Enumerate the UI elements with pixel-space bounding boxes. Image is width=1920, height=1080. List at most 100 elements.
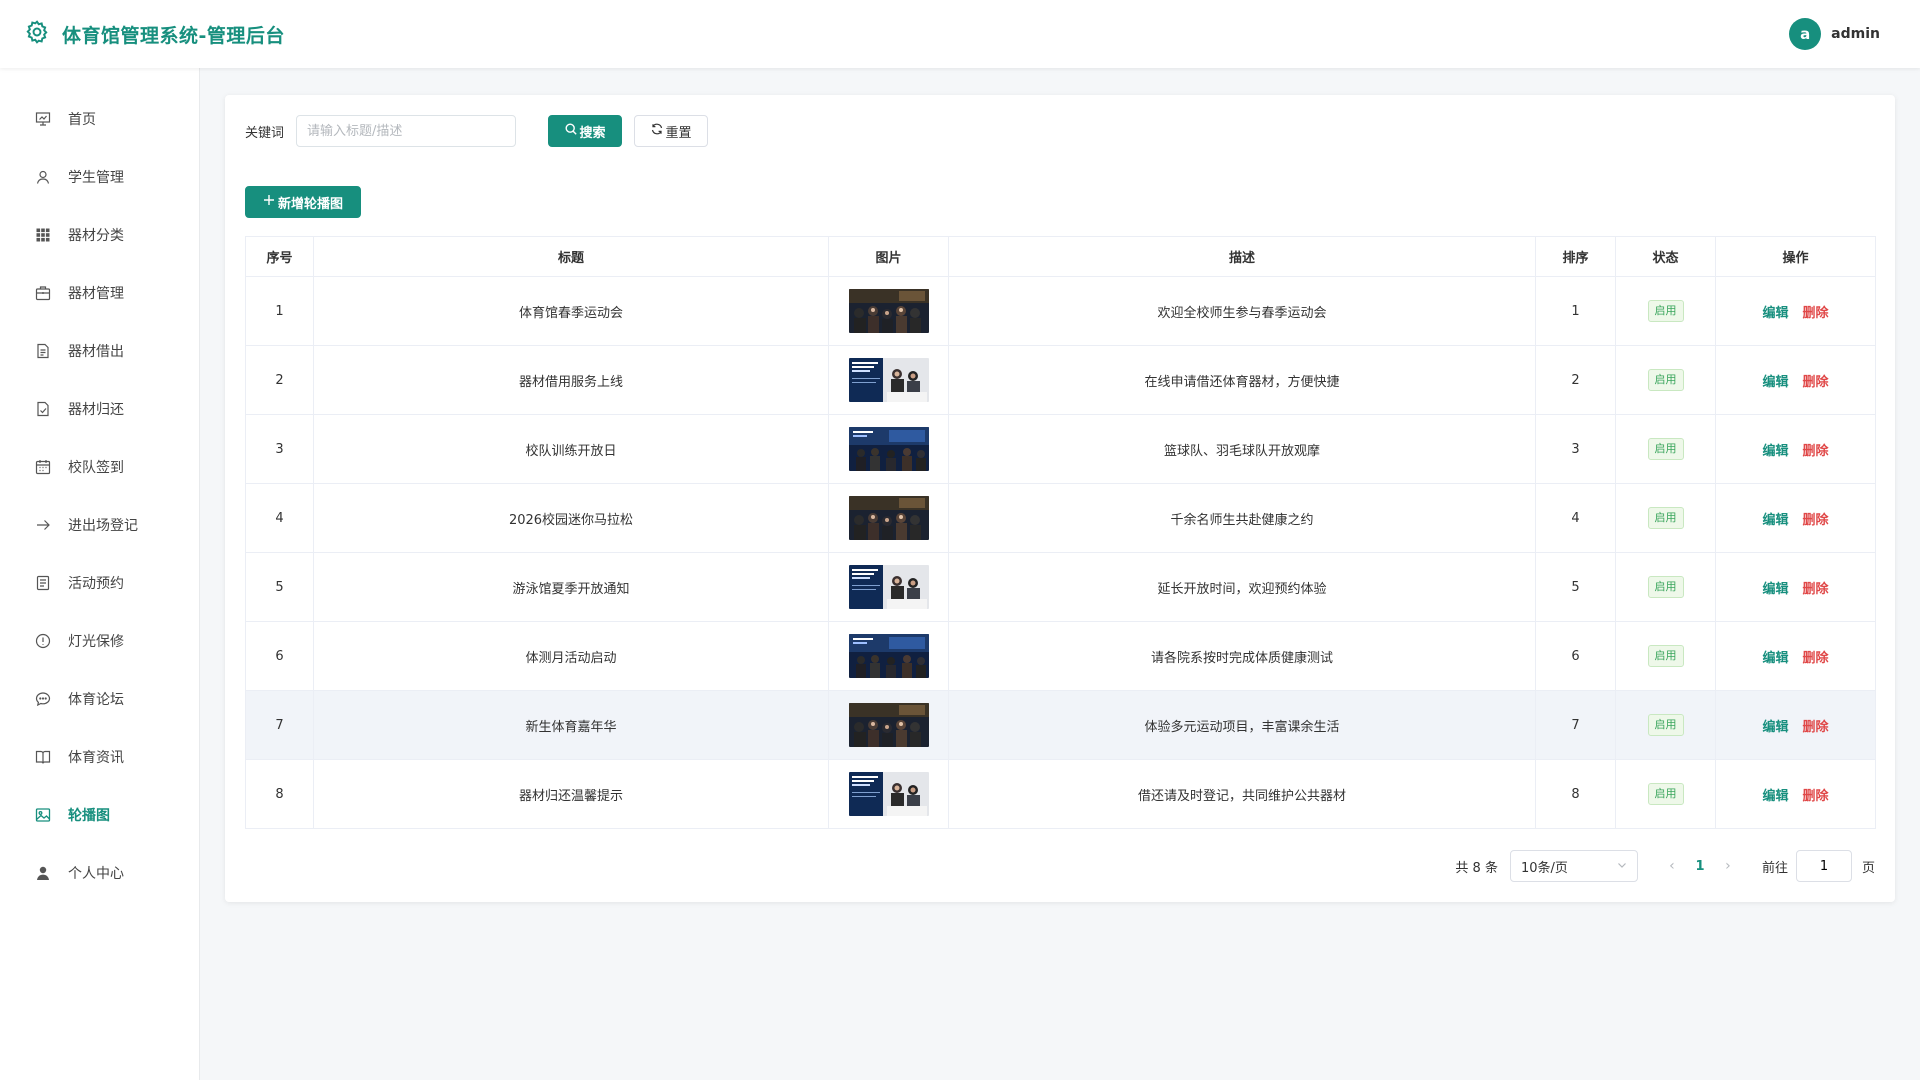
row-sort: 2 xyxy=(1535,345,1616,415)
banner-thumbnail[interactable] xyxy=(848,634,929,678)
row-actions: 编辑 删除 xyxy=(1715,345,1876,415)
username[interactable]: admin xyxy=(1831,26,1880,42)
row-status: 启用 xyxy=(1615,621,1716,691)
goto-page-input[interactable] xyxy=(1795,850,1852,882)
edit-button[interactable]: 编辑 xyxy=(1762,651,1788,666)
book-icon xyxy=(34,748,52,766)
row-image xyxy=(828,483,949,553)
row-actions: 编辑 删除 xyxy=(1715,276,1876,346)
row-title: 体测月活动启动 xyxy=(313,621,829,691)
sidebar-item-4[interactable]: 器材管理 xyxy=(0,264,199,322)
row-sort: 6 xyxy=(1535,621,1616,691)
sidebar-item-2[interactable]: 学生管理 xyxy=(0,148,199,206)
prev-page-icon[interactable]: ‹ xyxy=(1658,858,1686,874)
row-title: 体育馆春季运动会 xyxy=(313,276,829,346)
row-number: 2 xyxy=(245,345,314,415)
document-icon xyxy=(34,342,52,360)
sidebar-item-5[interactable]: 器材借出 xyxy=(0,322,199,380)
delete-button[interactable]: 删除 xyxy=(1803,582,1829,597)
sidebar-item-1[interactable]: 首页 xyxy=(0,90,199,148)
delete-button[interactable]: 删除 xyxy=(1803,375,1829,390)
row-status: 启用 xyxy=(1615,345,1716,415)
table-row: 1 体育馆春季运动会 欢迎全校师生参与春季运动会 1 启用 编辑 删除 xyxy=(245,276,1876,346)
sidebar-item-11[interactable]: 体育论坛 xyxy=(0,670,199,728)
delete-button[interactable]: 删除 xyxy=(1803,306,1829,321)
delete-button[interactable]: 删除 xyxy=(1803,720,1829,735)
box-icon xyxy=(34,284,52,302)
keyword-input[interactable] xyxy=(296,115,517,147)
edit-button[interactable]: 编辑 xyxy=(1762,444,1788,459)
delete-button[interactable]: 删除 xyxy=(1803,789,1829,804)
table-row: 7 新生体育嘉年华 体验多元运动项目，丰富课余生活 7 启用 编辑 删除 xyxy=(245,690,1876,760)
row-image xyxy=(828,345,949,415)
delete-button[interactable]: 删除 xyxy=(1803,444,1829,459)
banner-thumbnail[interactable] xyxy=(848,427,929,471)
avatar[interactable]: a xyxy=(1789,18,1822,50)
table-row: 5 游泳馆夏季开放通知 延长开放时间，欢迎预约体验 5 启用 编辑 删除 xyxy=(245,552,1876,622)
sidebar-item-3[interactable]: 器材分类 xyxy=(0,206,199,264)
status-badge: 启用 xyxy=(1647,783,1684,805)
row-number: 5 xyxy=(245,552,314,622)
person-icon xyxy=(34,864,52,882)
column-header: 标题 xyxy=(313,236,829,277)
grid-icon xyxy=(34,226,52,244)
row-description: 在线申请借还体育器材，方便快捷 xyxy=(948,345,1536,415)
row-description: 体验多元运动项目，丰富课余生活 xyxy=(948,690,1536,760)
row-status: 启用 xyxy=(1615,483,1716,553)
sidebar-item-8[interactable]: 进出场登记 xyxy=(0,496,199,554)
goto-unit: 页 xyxy=(1861,860,1875,876)
row-description: 借还请及时登记，共同维护公共器材 xyxy=(948,759,1536,829)
banner-thumbnail[interactable] xyxy=(848,772,929,816)
row-description: 千余名师生共赴健康之约 xyxy=(948,483,1536,553)
sidebar-item-label: 个人中心 xyxy=(68,866,124,882)
banner-thumbnail[interactable] xyxy=(848,703,929,747)
column-header: 描述 xyxy=(948,236,1536,277)
reset-button-label: 重置 xyxy=(665,125,692,141)
row-image xyxy=(828,552,949,622)
page-size-select[interactable]: 10条/页 xyxy=(1509,850,1638,882)
sidebar-item-14[interactable]: 个人中心 xyxy=(0,844,199,902)
edit-button[interactable]: 编辑 xyxy=(1762,789,1788,804)
search-button-label: 搜索 xyxy=(579,125,606,141)
edit-button[interactable]: 编辑 xyxy=(1762,720,1788,735)
edit-button[interactable]: 编辑 xyxy=(1762,513,1788,528)
goto-label: 前往 xyxy=(1761,860,1788,876)
table-row: 6 体测月活动启动 请各院系按时完成体质健康测试 6 启用 编辑 删除 xyxy=(245,621,1876,691)
edit-button[interactable]: 编辑 xyxy=(1762,375,1788,390)
banner-thumbnail[interactable] xyxy=(848,496,929,540)
sidebar-item-12[interactable]: 体育资讯 xyxy=(0,728,199,786)
add-banner-label: 新增轮播图 xyxy=(277,196,343,212)
chat-icon xyxy=(34,690,52,708)
row-number: 7 xyxy=(245,690,314,760)
sidebar-item-6[interactable]: 器材归还 xyxy=(0,380,199,438)
sidebar-item-label: 器材分类 xyxy=(68,228,124,244)
edit-button[interactable]: 编辑 xyxy=(1762,306,1788,321)
page-number-current[interactable]: 1 xyxy=(1686,859,1714,874)
delete-button[interactable]: 删除 xyxy=(1803,513,1829,528)
table-row: 2 器材借用服务上线 在线申请借还体育器材，方便快捷 2 启用 编辑 删除 xyxy=(245,345,1876,415)
banner-thumbnail[interactable] xyxy=(848,358,929,402)
banner-thumbnail[interactable] xyxy=(848,565,929,609)
banner-thumbnail[interactable] xyxy=(848,289,929,333)
sidebar-item-13[interactable]: 轮播图 xyxy=(0,786,199,844)
sidebar-item-label: 活动预约 xyxy=(68,576,124,592)
sidebar-item-label: 学生管理 xyxy=(68,170,124,186)
table-row: 8 器材归还温馨提示 借还请及时登记，共同维护公共器材 8 启用 编辑 删除 xyxy=(245,759,1876,829)
next-page-icon[interactable]: › xyxy=(1714,858,1742,874)
row-sort: 4 xyxy=(1535,483,1616,553)
sidebar-item-label: 进出场登记 xyxy=(68,518,138,534)
delete-button[interactable]: 删除 xyxy=(1803,651,1829,666)
add-banner-button[interactable]: 新增轮播图 xyxy=(245,186,361,218)
sidebar-item-label: 体育资讯 xyxy=(68,750,124,766)
sidebar-item-10[interactable]: 灯光保修 xyxy=(0,612,199,670)
reset-button[interactable]: 重置 xyxy=(634,115,709,147)
search-button[interactable]: 搜索 xyxy=(548,115,623,147)
sidebar-item-7[interactable]: 校队签到 xyxy=(0,438,199,496)
table-row: 3 校队训练开放日 篮球队、羽毛球队开放观摩 3 启用 编辑 删除 xyxy=(245,414,1876,484)
row-sort: 3 xyxy=(1535,414,1616,484)
edit-button[interactable]: 编辑 xyxy=(1762,582,1788,597)
sidebar-item-9[interactable]: 活动预约 xyxy=(0,554,199,612)
user-menu[interactable]: a admin xyxy=(1789,18,1880,50)
sidebar-item-label: 灯光保修 xyxy=(68,634,124,650)
row-description: 欢迎全校师生参与春季运动会 xyxy=(948,276,1536,346)
